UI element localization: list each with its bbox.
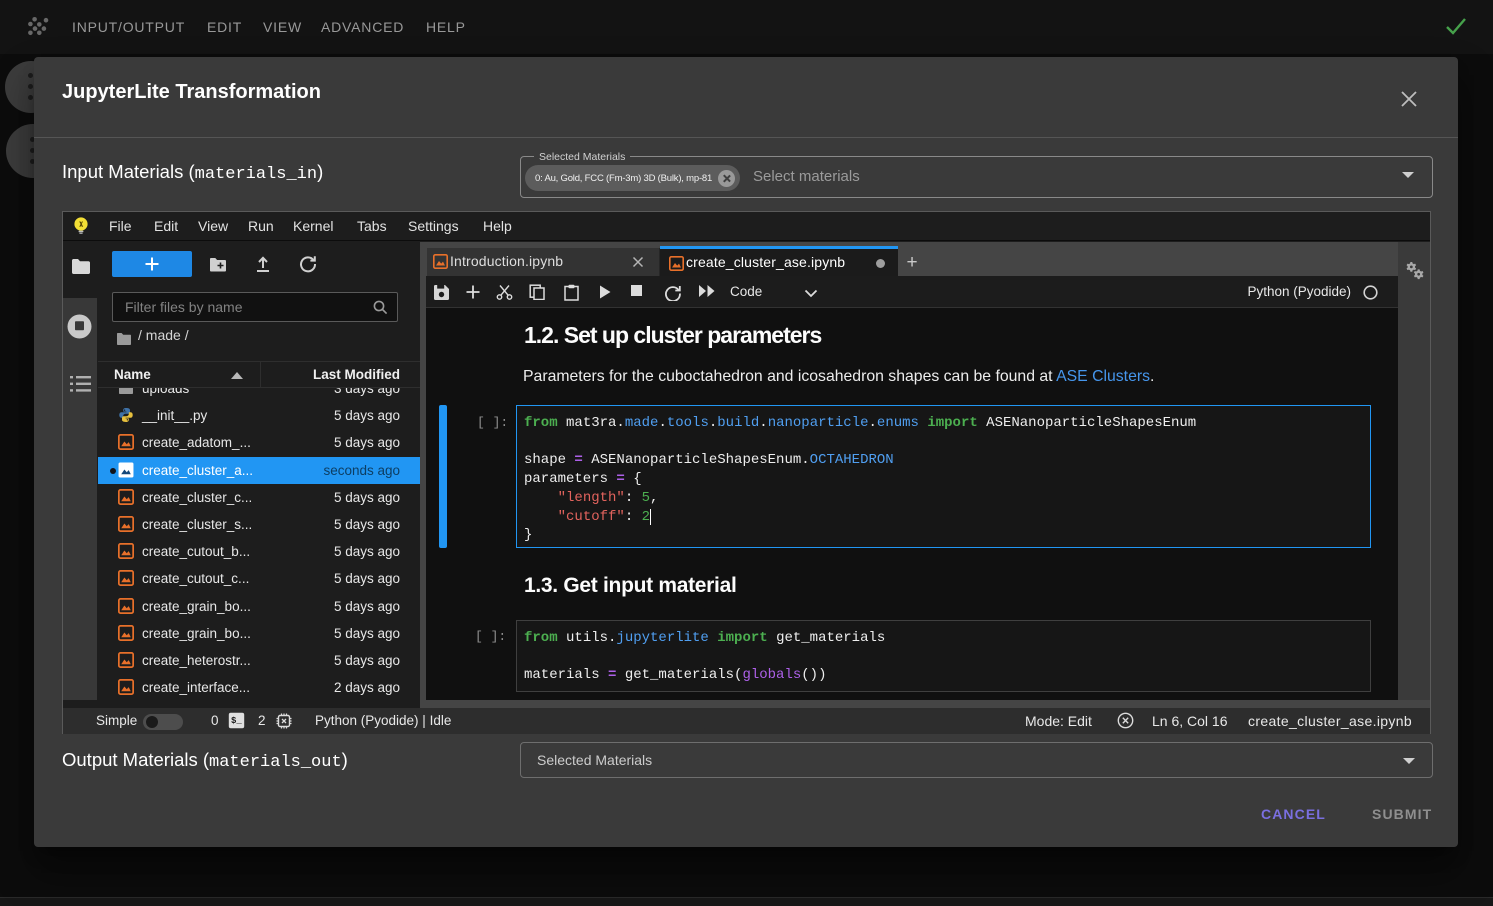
svg-text:$_: $_: [231, 716, 242, 726]
